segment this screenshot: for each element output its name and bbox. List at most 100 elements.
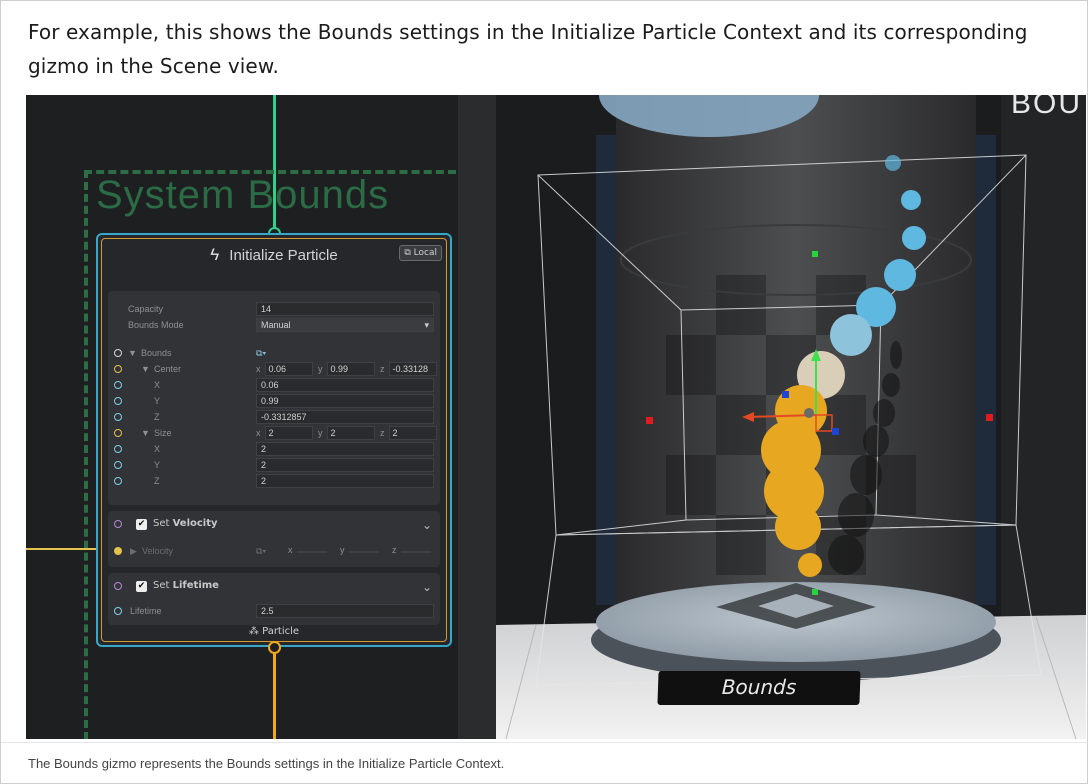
size-row: ▼ Size x2 y2 z2 <box>108 425 440 442</box>
size-y-input[interactable]: 2 <box>256 458 434 472</box>
size-y-row: Y 2 <box>108 457 440 474</box>
figure-caption: The Bounds gizmo represents the Bounds s… <box>28 756 505 771</box>
set-velocity-port[interactable] <box>114 520 122 528</box>
center-port[interactable] <box>114 365 122 373</box>
center-label: Center <box>154 364 182 374</box>
local-space-button[interactable]: ⧉ Local <box>399 245 442 261</box>
size-expand-arrow[interactable]: ▼ <box>141 428 150 438</box>
intro-paragraph: For example, this shows the Bounds setti… <box>28 20 1028 78</box>
bounds-mode-row: Bounds Mode Manual <box>108 317 440 334</box>
lifetime-input[interactable]: 2.5 <box>256 604 434 618</box>
center-z-input[interactable]: -0.3312857 <box>256 410 434 424</box>
center-y-field[interactable]: y 0.99 <box>318 362 375 376</box>
lifetime-port[interactable] <box>114 607 122 615</box>
bounds-nameplate-text: Bounds <box>721 675 797 699</box>
bounds-mode-dropdown[interactable]: Manual <box>256 318 434 332</box>
local-space-label: Local <box>413 248 437 258</box>
checkmark-icon[interactable]: ✔ <box>136 519 147 530</box>
size-port[interactable] <box>114 429 122 437</box>
center-x-value[interactable]: 0.06 <box>264 362 313 376</box>
velocity-y-field[interactable]: y <box>340 544 379 558</box>
chevron-down-icon[interactable]: ⌄ <box>422 518 432 532</box>
bounds-space-icon[interactable]: ⧉▾ <box>256 348 266 359</box>
size-y-key: y <box>318 428 323 438</box>
center-y-value[interactable]: 0.99 <box>326 362 375 376</box>
velocity-x-value[interactable] <box>296 551 327 553</box>
velocity-expand-arrow[interactable]: ▶ <box>130 546 137 557</box>
size-y-label: Y <box>154 460 161 470</box>
center-x-row: X 0.06 <box>108 377 440 394</box>
center-x-label: X <box>154 380 161 390</box>
set-velocity-block[interactable]: ✔ Set Velocity ⌄ ▶ Velocity ⧉▾ x y z <box>108 511 440 567</box>
velocity-label: Velocity <box>142 546 174 556</box>
bounds-mode-label: Bounds Mode <box>128 320 184 330</box>
settings-block: Capacity 14 Bounds Mode Manual ▼ Bounds … <box>108 291 440 505</box>
center-z-port[interactable] <box>114 413 122 421</box>
size-y-field[interactable]: y2 <box>318 426 375 440</box>
set-lifetime-port[interactable] <box>114 582 122 590</box>
node-title[interactable]: ϟ Initialize Particle <box>98 245 450 265</box>
scene-render <box>496 95 1086 739</box>
set-lifetime-name: Lifetime <box>172 580 219 591</box>
center-z-key: z <box>380 364 385 374</box>
velocity-x-field[interactable]: x <box>288 544 327 558</box>
center-z-row: Z -0.3312857 <box>108 409 440 426</box>
center-x-port[interactable] <box>114 381 122 389</box>
size-x-input[interactable]: 2 <box>256 442 434 456</box>
chevron-down-icon[interactable]: ⌄ <box>422 580 432 594</box>
size-x-port[interactable] <box>114 445 122 453</box>
size-z-port[interactable] <box>114 477 122 485</box>
center-x-field[interactable]: x 0.06 <box>256 362 313 376</box>
size-z-row: Z 2 <box>108 473 440 490</box>
set-velocity-prefix: Set <box>153 518 170 529</box>
velocity-z-value[interactable] <box>400 551 431 553</box>
node-title-text: Initialize Particle <box>229 247 338 264</box>
screenshot-figure: System Bounds ϟ Initialize Particle ⧉ Loc… <box>26 95 1086 739</box>
set-lifetime-prefix: Set <box>153 580 170 591</box>
bounds-port[interactable] <box>114 349 122 357</box>
velocity-space-icon[interactable]: ⧉▾ <box>256 546 266 557</box>
size-z-key: z <box>380 428 385 438</box>
center-y-input[interactable]: 0.99 <box>256 394 434 408</box>
size-x-row: X 2 <box>108 441 440 458</box>
center-x-key: x <box>256 364 261 374</box>
velocity-port[interactable] <box>114 547 122 555</box>
system-bounds-label: System Bounds <box>96 173 390 217</box>
center-expand-arrow[interactable]: ▼ <box>141 364 150 374</box>
size-x-value[interactable]: 2 <box>264 426 313 440</box>
center-y-port[interactable] <box>114 397 122 405</box>
initialize-particle-node[interactable]: ϟ Initialize Particle ⧉ Local Capacity 14… <box>96 233 452 647</box>
size-x-field[interactable]: x2 <box>256 426 313 440</box>
checkmark-icon[interactable]: ✔ <box>136 581 147 592</box>
set-lifetime-header[interactable]: ✔ Set Lifetime ⌄ <box>108 573 440 601</box>
gizmo-handle-bottom <box>812 589 818 595</box>
bounds-expand-arrow[interactable]: ▼ <box>128 348 137 358</box>
set-lifetime-block[interactable]: ✔ Set Lifetime ⌄ Lifetime 2.5 <box>108 573 440 625</box>
center-z-label: Z <box>154 412 160 422</box>
lifetime-row: Lifetime 2.5 <box>108 603 440 620</box>
capacity-row: Capacity 14 <box>108 301 440 318</box>
documentation-figure: For example, this shows the Bounds setti… <box>0 0 1088 784</box>
scene-view[interactable]: BOU Bounds <box>496 95 1086 739</box>
partial-sign-text: BOU <box>1010 95 1082 120</box>
gizmo-handle-right <box>986 414 993 421</box>
bounds-label: Bounds <box>141 348 172 358</box>
caption-divider <box>1 742 1088 743</box>
size-label: Size <box>154 428 172 438</box>
center-z-field[interactable]: z -0.33128 <box>380 362 437 376</box>
size-z-field[interactable]: z2 <box>380 426 437 440</box>
capacity-field[interactable]: 14 <box>256 302 434 316</box>
center-x-input[interactable]: 0.06 <box>256 378 434 392</box>
set-lifetime-title: ✔ Set Lifetime <box>136 580 219 592</box>
size-y-value[interactable]: 2 <box>326 426 375 440</box>
velocity-z-field[interactable]: z <box>392 544 431 558</box>
set-velocity-name: Velocity <box>172 518 218 529</box>
size-y-port[interactable] <box>114 461 122 469</box>
set-velocity-header[interactable]: ✔ Set Velocity ⌄ <box>108 511 440 539</box>
particle-output-text: Particle <box>262 626 300 637</box>
size-z-value[interactable]: 2 <box>388 426 437 440</box>
panel-divider <box>458 95 496 739</box>
velocity-y-value[interactable] <box>348 551 379 553</box>
center-z-value[interactable]: -0.33128 <box>388 362 437 376</box>
size-z-input[interactable]: 2 <box>256 474 434 488</box>
